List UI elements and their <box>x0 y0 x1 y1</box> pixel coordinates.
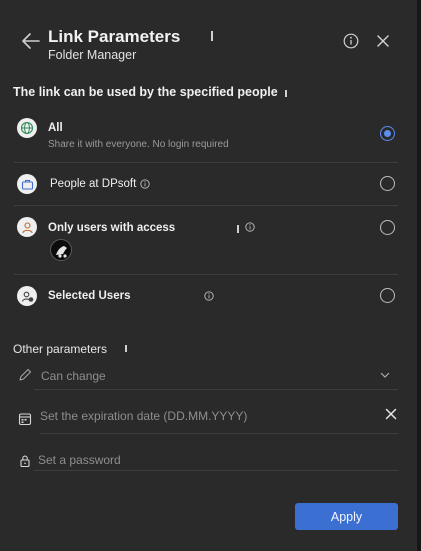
divider <box>14 162 398 163</box>
calendar-icon <box>18 413 32 426</box>
apply-button[interactable]: Apply <box>295 503 398 530</box>
pencil-icon <box>19 369 31 381</box>
option-label: All <box>48 122 63 134</box>
page-subtitle: Folder Manager <box>48 48 137 62</box>
chevron-down-icon[interactable] <box>380 372 390 379</box>
expiration-date-field[interactable]: Set the expiration date (DD.MM.YYYY) <box>14 407 398 429</box>
option-label-text: People at DPsoft <box>50 178 137 190</box>
radio-all[interactable] <box>380 126 395 141</box>
info-icon[interactable] <box>139 179 150 189</box>
radio-selected-users[interactable] <box>380 288 395 303</box>
permission-select[interactable]: Can change <box>14 366 398 388</box>
info-icon[interactable] <box>204 291 214 301</box>
password-placeholder: Set a password <box>38 453 121 467</box>
divider <box>40 433 398 434</box>
divider <box>14 205 398 206</box>
user-icon <box>17 217 37 237</box>
option-label: Selected Users <box>48 290 131 302</box>
close-icon[interactable] <box>376 34 390 48</box>
option-people-at-company[interactable]: People at DPsoft <box>14 172 398 202</box>
link-parameters-panel: Link Parameters Folder Manager The link … <box>0 0 421 551</box>
option-all[interactable]: All Share it with everyone. No login req… <box>14 118 398 162</box>
clear-icon[interactable] <box>385 408 397 420</box>
permission-value: Can change <box>41 369 106 383</box>
section-title: The link can be used by the specified pe… <box>13 85 278 99</box>
option-users-with-access[interactable]: Only users with access <box>14 215 398 270</box>
option-description: Share it with everyone. No login require… <box>48 139 229 150</box>
divider <box>34 389 398 390</box>
user-group-icon <box>17 286 37 306</box>
other-parameters-title: Other parameters <box>13 342 108 356</box>
text-cursor <box>211 31 213 41</box>
globe-icon <box>17 118 37 138</box>
briefcase-icon <box>17 174 37 194</box>
text-cursor <box>125 345 127 352</box>
divider <box>14 274 398 275</box>
panel-header: Link Parameters Folder Manager <box>0 0 417 80</box>
back-arrow-icon[interactable] <box>20 30 42 52</box>
radio-people-at-company[interactable] <box>380 176 395 191</box>
option-label: People at DPsoft <box>50 178 150 190</box>
info-icon[interactable] <box>343 33 359 49</box>
password-field[interactable]: Set a password <box>14 451 398 471</box>
avatar[interactable] <box>50 239 72 261</box>
page-title: Link Parameters <box>48 27 181 46</box>
divider <box>34 470 398 471</box>
expiration-date-placeholder: Set the expiration date (DD.MM.YYYY) <box>40 409 248 423</box>
option-label: Only users with access <box>48 222 176 234</box>
text-cursor <box>237 225 239 233</box>
option-selected-users[interactable]: Selected Users <box>14 284 398 314</box>
info-icon[interactable] <box>245 222 255 232</box>
lock-icon <box>20 455 30 468</box>
text-cursor <box>285 90 287 97</box>
radio-users-with-access[interactable] <box>380 220 395 235</box>
